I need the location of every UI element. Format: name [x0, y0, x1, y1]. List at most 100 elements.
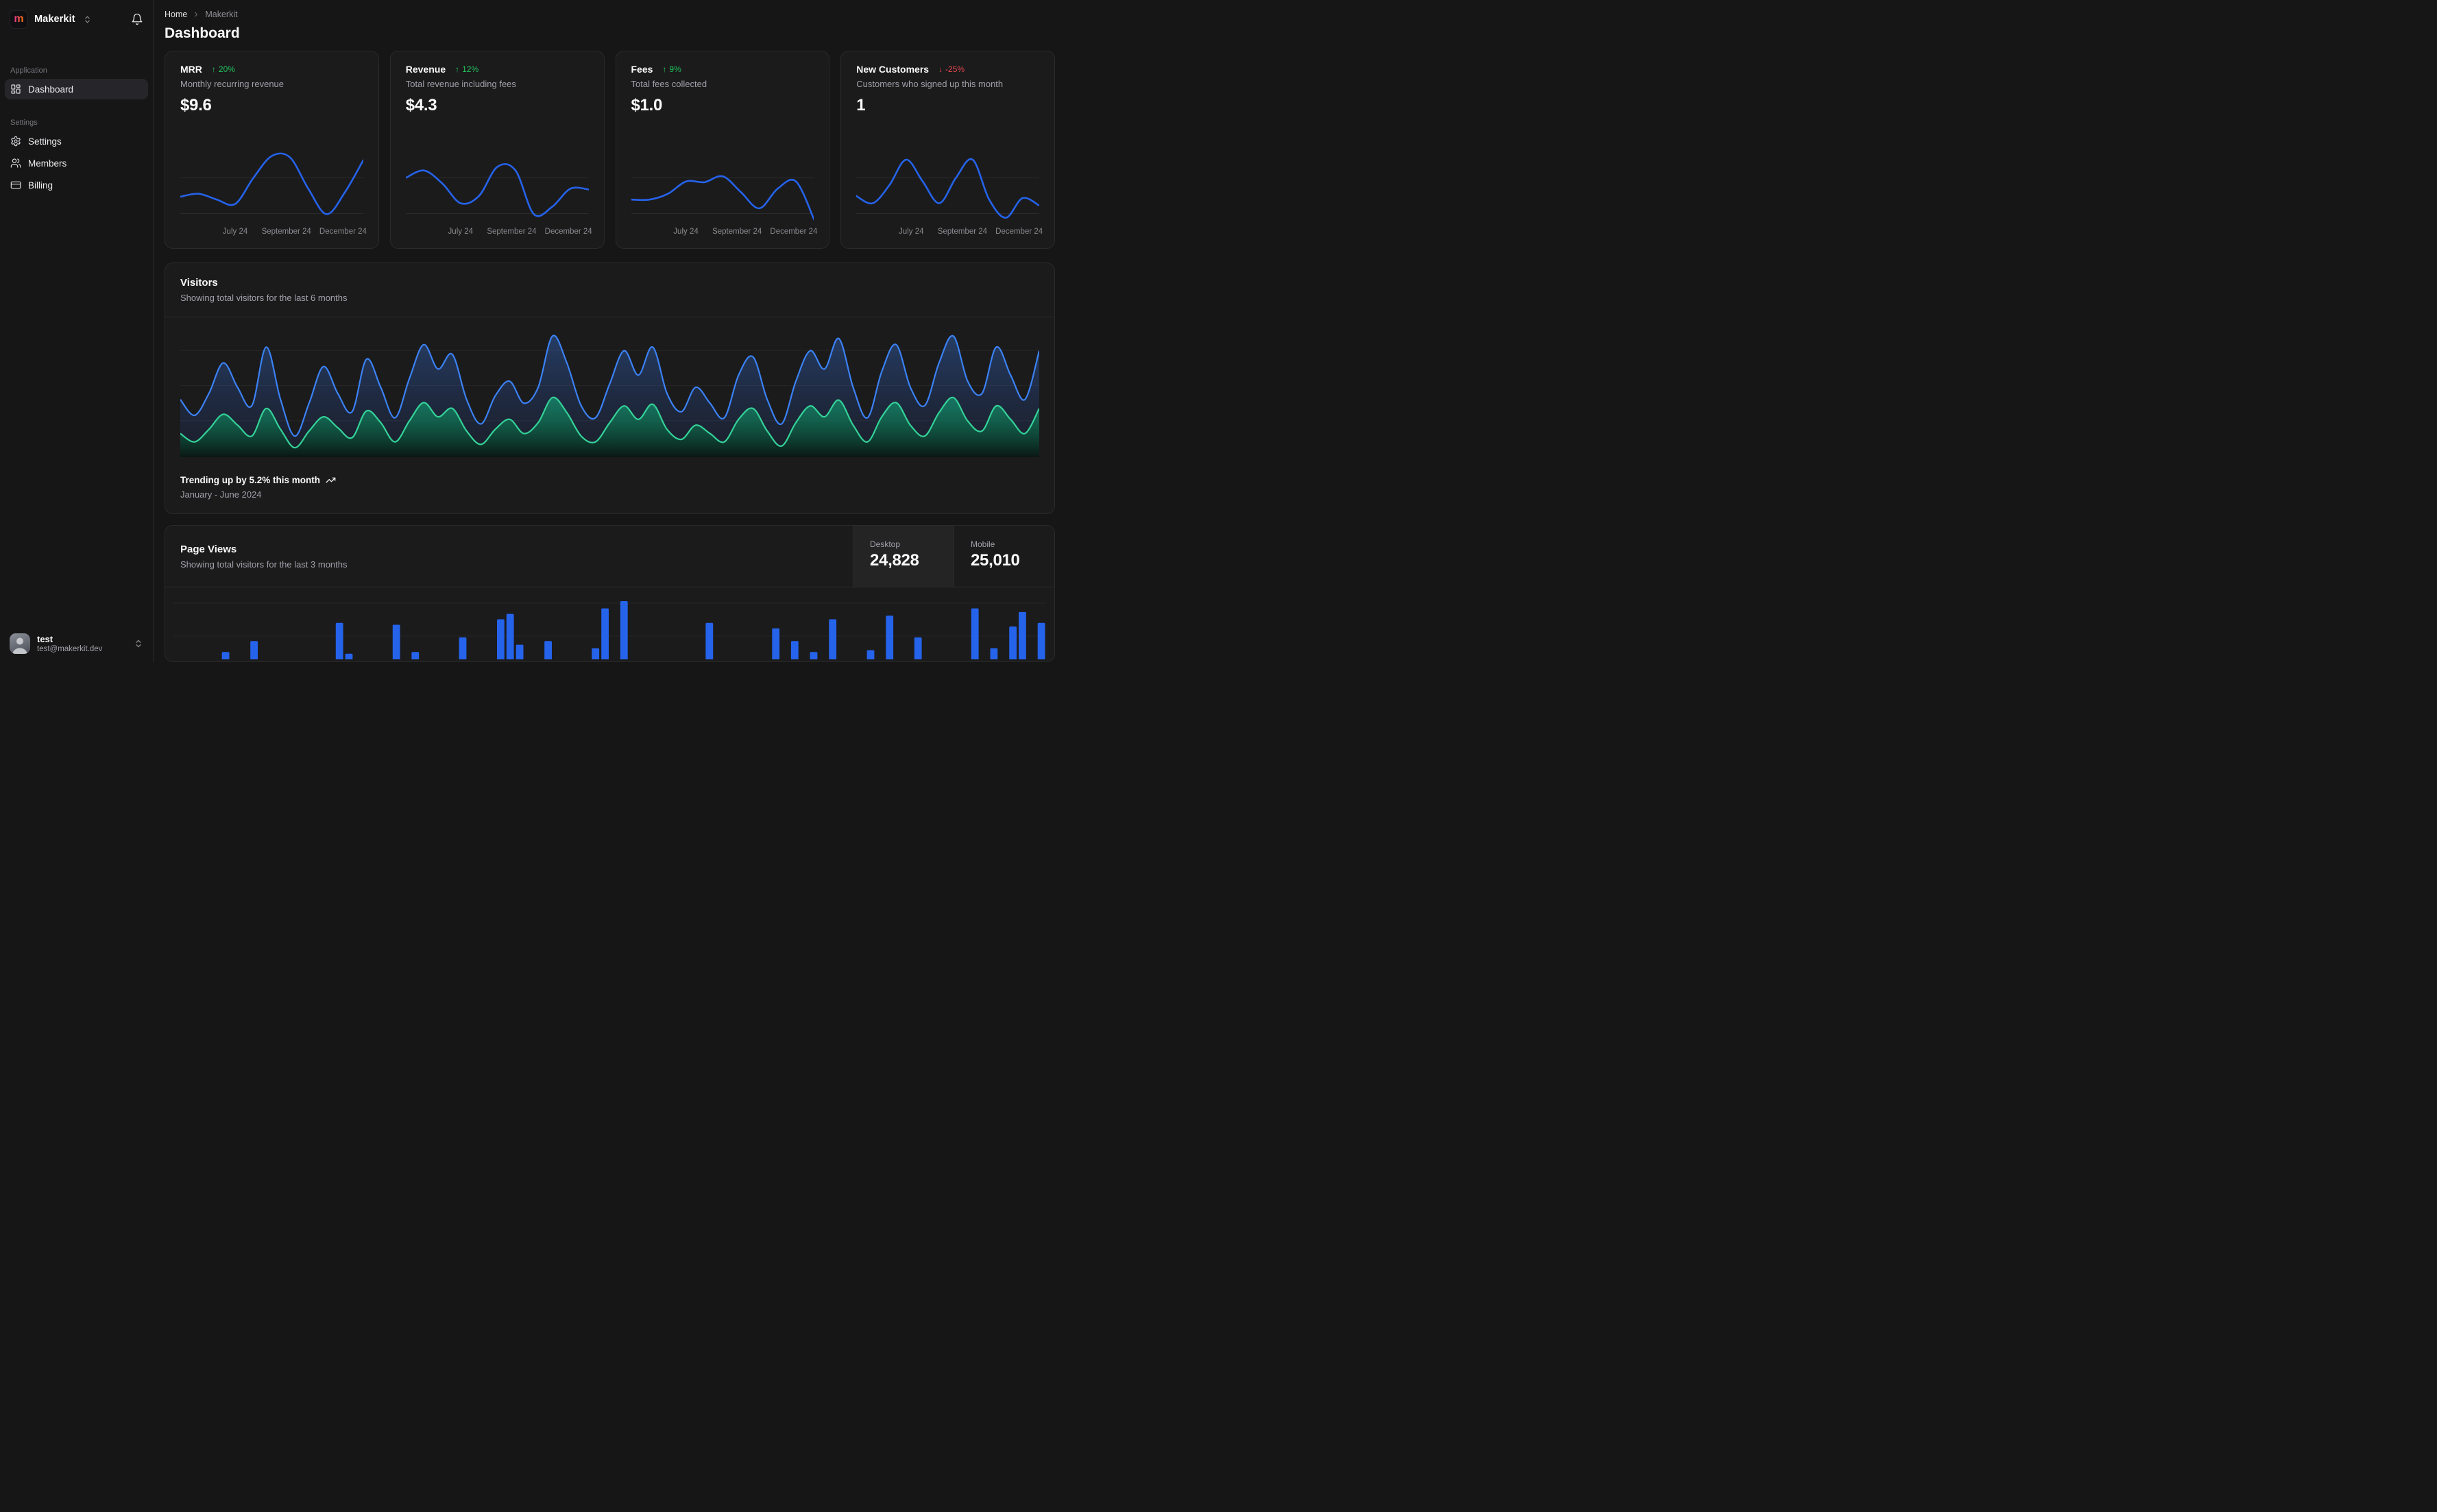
stat-value: $4.3: [405, 96, 437, 114]
stat-title: New Customers: [856, 64, 930, 75]
gear-icon: [10, 136, 21, 147]
visitors-date-range: January - June 2024: [180, 489, 262, 500]
trend-badge: ↑ 9%: [662, 64, 681, 74]
app-window: m Makerkit Application Dashboard Setting…: [0, 0, 1067, 662]
x-tick: September 24: [937, 228, 988, 236]
visitors-title: Visitors: [180, 277, 218, 289]
x-tick: July 24: [899, 228, 924, 236]
stat-title: MRR: [180, 64, 202, 75]
main-content: Home Makerkit Dashboard MRR ↑ 20% Monthly…: [154, 0, 1067, 662]
logo-letter: m: [14, 13, 24, 25]
x-tick: July 24: [448, 228, 473, 236]
stat-subtitle: Customers who signed up this month: [856, 79, 1004, 89]
x-tick: September 24: [261, 228, 311, 236]
breadcrumb-home[interactable]: Home: [165, 10, 187, 19]
sidebar-section-settings: Settings: [10, 119, 38, 127]
sidebar-item-billing[interactable]: Billing: [5, 175, 148, 195]
user-info: test test@makerkit.dev: [37, 634, 102, 654]
page-views-title: Page Views: [180, 543, 237, 555]
sparkline-block: July 24 September 24 December 24: [856, 144, 1043, 239]
page-views-chart-area: [165, 587, 1054, 661]
page-views-header-text: Page Views Showing total visitors for th…: [165, 526, 853, 587]
x-tick: July 24: [673, 228, 699, 236]
mrr-sparkline-chart: [180, 152, 363, 215]
stat-card-mrr: MRR ↑ 20% Monthly recurring revenue $9.6 …: [165, 51, 379, 249]
desktop-label: Desktop: [870, 539, 901, 549]
sparkline-block: July 24 September 24 December 24: [631, 144, 818, 239]
stat-title: Fees: [631, 64, 653, 75]
trend-value: 9%: [669, 64, 681, 74]
visitors-area-chart: [180, 334, 1039, 457]
bell-icon[interactable]: [131, 13, 143, 25]
sparkline-x-labels: July 24 September 24 December 24: [856, 228, 1043, 239]
trend-value: 12%: [462, 64, 479, 74]
sparkline-block: July 24 September 24 December 24: [180, 144, 367, 239]
sparkline-x-labels: July 24 September 24 December 24: [631, 228, 818, 239]
stat-subtitle: Total fees collected: [631, 79, 707, 89]
visitors-chart-area: [165, 317, 1054, 457]
trend-badge: ↓ -25%: [938, 64, 965, 74]
stat-card-fees: Fees ↑ 9% Total fees collected $1.0 July …: [615, 51, 830, 249]
stat-cards-row: MRR ↑ 20% Monthly recurring revenue $9.6 …: [165, 51, 1055, 249]
workspace-name: Makerkit: [34, 14, 75, 25]
x-tick: December 24: [995, 228, 1043, 236]
page-views-toggles: Desktop 24,828 Mobile 25,010: [853, 526, 1054, 587]
chevrons-up-down-icon: [134, 639, 143, 648]
credit-card-icon: [10, 180, 21, 191]
stat-subtitle: Total revenue including fees: [405, 79, 516, 89]
sidebar-item-settings[interactable]: Settings: [5, 131, 148, 151]
visitors-footer: Trending up by 5.2% this month January -…: [165, 457, 1054, 513]
page-views-subtitle: Showing total visitors for the last 3 mo…: [180, 559, 348, 570]
x-tick: September 24: [712, 228, 762, 236]
layout-dashboard-icon: [10, 84, 21, 95]
stat-card-revenue: Revenue ↑ 12% Total revenue including fee…: [389, 51, 605, 249]
visitors-trend-text: Trending up by 5.2% this month: [180, 475, 321, 485]
x-tick: July 24: [222, 228, 248, 236]
workspace-selector[interactable]: m Makerkit: [5, 9, 148, 29]
x-tick: December 24: [319, 228, 367, 236]
sparkline-x-labels: July 24 September 24 December 24: [180, 228, 367, 239]
mobile-label: Mobile: [971, 539, 995, 549]
stat-value: $1.0: [631, 96, 663, 114]
trend-value: 20%: [218, 64, 235, 74]
chevrons-up-down-icon: [83, 15, 92, 24]
trend-up-icon: ↑: [662, 64, 667, 74]
user-menu[interactable]: test test@makerkit.dev: [5, 631, 148, 655]
breadcrumb: Home Makerkit: [165, 10, 1055, 19]
desktop-toggle[interactable]: Desktop 24,828: [853, 526, 954, 587]
sidebar-item-dashboard[interactable]: Dashboard: [5, 79, 148, 99]
page-views-bar-chart: [173, 601, 1046, 659]
x-tick: December 24: [770, 228, 818, 236]
breadcrumb-current[interactable]: Makerkit: [205, 10, 237, 19]
trend-up-icon: ↑: [211, 64, 216, 74]
sidebar-item-label: Billing: [28, 180, 53, 191]
sidebar-section-application: Application: [10, 66, 47, 75]
desktop-value: 24,828: [870, 551, 919, 570]
stat-subtitle: Monthly recurring revenue: [180, 79, 284, 89]
avatar: [10, 633, 30, 654]
stat-card-new-customers: New Customers ↓ -25% Customers who signed…: [840, 51, 1055, 249]
stat-value: 1: [856, 96, 866, 114]
mobile-toggle[interactable]: Mobile 25,010: [954, 526, 1054, 587]
visitors-card: Visitors Showing total visitors for the …: [165, 263, 1055, 514]
stat-title: Revenue: [405, 64, 446, 75]
sidebar-item-label: Members: [28, 158, 67, 169]
x-tick: December 24: [544, 228, 592, 236]
sidebar: m Makerkit Application Dashboard Setting…: [0, 0, 154, 662]
trend-badge: ↑ 12%: [455, 64, 478, 74]
page-views-header: Page Views Showing total visitors for th…: [165, 526, 1054, 587]
sidebar-item-label: Settings: [28, 136, 62, 147]
page-title: Dashboard: [165, 25, 240, 41]
visitors-subtitle: Showing total visitors for the last 6 mo…: [180, 293, 348, 303]
trend-value: -25%: [945, 64, 965, 74]
trend-down-icon: ↓: [938, 64, 943, 74]
sidebar-item-members[interactable]: Members: [5, 153, 148, 173]
user-email: test@makerkit.dev: [37, 644, 103, 653]
stat-value: $9.6: [180, 96, 212, 114]
x-tick: September 24: [487, 228, 537, 236]
fees-sparkline-chart: [631, 175, 814, 221]
trending-up-icon: [326, 475, 336, 485]
visitors-header: Visitors Showing total visitors for the …: [165, 263, 1054, 317]
